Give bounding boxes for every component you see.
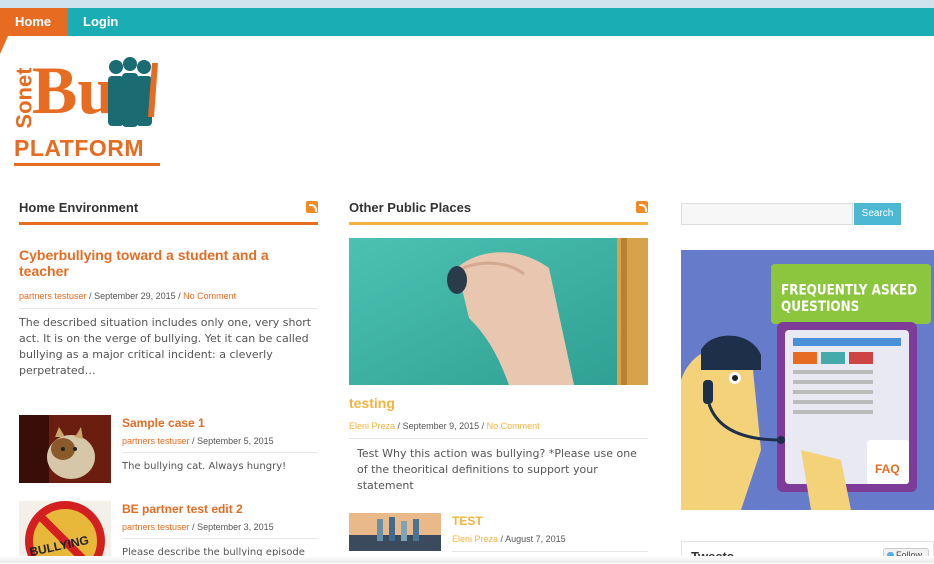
post-author-link[interactable]: Eleni Preza: [452, 534, 498, 544]
post-meta: Eleni Preza / August 7, 2015: [452, 534, 566, 544]
post-title-link[interactable]: TEST: [452, 514, 483, 528]
logo-people-icon: [108, 57, 158, 127]
post-title-link[interactable]: Cyberbullying toward a student and a tea…: [19, 247, 309, 279]
logo-underline: [14, 163, 160, 166]
rss-feed-icon[interactable]: [306, 201, 318, 213]
post-excerpt: Test Why this action was bullying? *Plea…: [357, 447, 637, 492]
post-author-link[interactable]: partners testuser: [19, 291, 87, 301]
divider: [452, 551, 648, 552]
post-thumbnail-people[interactable]: [349, 513, 441, 551]
section-heading-other-public-places: Other Public Places: [349, 200, 472, 215]
post-thumbnail-no-bullying[interactable]: BULLYING: [19, 501, 111, 563]
post-title-link[interactable]: Sample case 1: [122, 416, 205, 430]
nav-home-link[interactable]: Home: [0, 8, 68, 36]
page-bottom-shade: [0, 556, 934, 563]
post-comments-link[interactable]: No Comment: [183, 291, 236, 301]
section-heading-home-environment: Home Environment: [19, 200, 139, 215]
post-meta: partners testuser / September 3, 2015: [122, 522, 274, 532]
nav-accent-decoration: [0, 36, 8, 54]
section-underline: [19, 222, 318, 225]
main-nav: Home Login: [0, 8, 934, 36]
post-meta: partners testuser / September 5, 2015: [122, 436, 274, 446]
post-date: September 3, 2015: [197, 522, 274, 532]
rss-feed-icon[interactable]: [636, 201, 648, 213]
post-date: September 29, 2015: [94, 291, 176, 301]
divider: [349, 438, 648, 439]
post-author-link[interactable]: partners testuser: [122, 522, 190, 532]
divider: [122, 538, 318, 539]
faq-badge-text: FAQ: [875, 462, 900, 476]
nav-login-link[interactable]: Login: [83, 8, 118, 36]
post-thumbnail-cat[interactable]: [19, 415, 111, 483]
search-button[interactable]: Search: [854, 203, 901, 225]
post-date: September 9, 2015: [402, 421, 480, 431]
post-author-link[interactable]: partners testuser: [122, 436, 190, 446]
post-author-link[interactable]: Eleni Preza: [349, 421, 395, 431]
post-date: September 5, 2015: [197, 436, 274, 446]
logo-platform-text: PLATFORM: [14, 135, 145, 161]
faq-banner[interactable]: FREQUENTLY ASKED QUESTIONS FAQ: [681, 250, 934, 510]
post-date: August 7, 2015: [505, 534, 566, 544]
post-comments-link[interactable]: No Comment: [487, 421, 540, 431]
section-underline: [349, 222, 648, 225]
featured-image-chalkboard[interactable]: [349, 238, 648, 385]
post-excerpt: The described situation includes only on…: [19, 316, 312, 377]
site-logo[interactable]: Sonet Bu PLATFORM: [12, 55, 162, 170]
divider: [19, 308, 318, 309]
divider: [122, 452, 318, 453]
post-excerpt: The bullying cat. Always hungry!: [122, 461, 287, 472]
search-input[interactable]: [681, 203, 853, 225]
faq-title-text: FREQUENTLY ASKED QUESTIONS: [781, 281, 918, 315]
post-meta: partners testuser / September 29, 2015 /…: [19, 291, 237, 301]
post-meta: Eleni Preza / September 9, 2015 / No Com…: [349, 421, 540, 431]
post-title-link[interactable]: BE partner test edit 2: [122, 502, 243, 516]
browser-top-strip: [0, 0, 934, 8]
post-title-link[interactable]: testing: [349, 395, 395, 411]
